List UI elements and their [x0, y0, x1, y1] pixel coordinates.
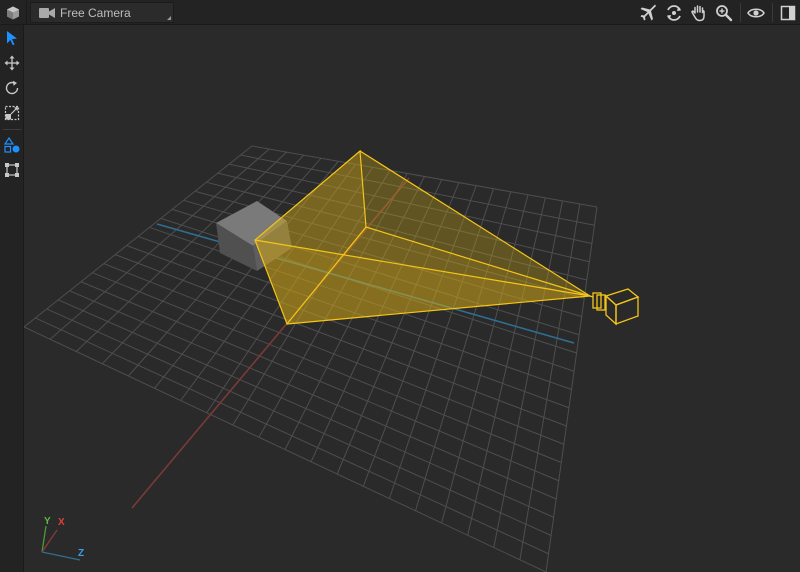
orbit-rotate-icon[interactable] — [664, 3, 684, 23]
bounding-box-icon[interactable] — [2, 160, 22, 180]
grid-line — [46, 308, 552, 536]
scene-viewport[interactable]: Y X Z — [24, 25, 800, 572]
panel-toggle-icon[interactable] — [778, 3, 798, 23]
camera-gizmo[interactable] — [589, 288, 640, 326]
toolbar-separator — [3, 129, 21, 130]
axis-label-y: Y — [44, 516, 51, 527]
camera-frustum[interactable] — [254, 149, 591, 326]
axis-label-x: X — [58, 517, 65, 528]
left-toolbar — [0, 25, 24, 572]
eye-visibility-icon[interactable] — [746, 3, 766, 23]
zoom-magnifier-icon[interactable] — [714, 3, 734, 23]
hand-pan-icon[interactable] — [689, 3, 709, 23]
cursor-arrow-icon[interactable] — [2, 28, 22, 48]
camera-select-value: Free Camera — [60, 5, 131, 20]
axis-label-z: Z — [78, 548, 84, 559]
video-camera-icon — [39, 7, 55, 18]
rotate-icon[interactable] — [2, 78, 22, 98]
grid-line — [57, 299, 554, 518]
dropdown-corner-icon — [167, 16, 171, 20]
scene-canvas[interactable]: Y X Z — [24, 25, 800, 572]
camera-select[interactable]: Free Camera — [30, 2, 174, 23]
move-arrows-icon[interactable] — [2, 53, 22, 73]
cube-logo-icon[interactable] — [0, 0, 27, 25]
viewport-toolbar: Free Camera — [0, 0, 800, 25]
shapes-icon[interactable] — [2, 135, 22, 155]
axis-gizmo: Y X Z — [41, 516, 84, 561]
toolbar-separator — [740, 3, 741, 22]
toolbar-separator — [772, 3, 773, 22]
grid-line — [545, 206, 598, 572]
grid-line — [24, 326, 547, 572]
airplane-fly-icon[interactable] — [639, 3, 659, 23]
scale-icon[interactable] — [2, 103, 22, 123]
